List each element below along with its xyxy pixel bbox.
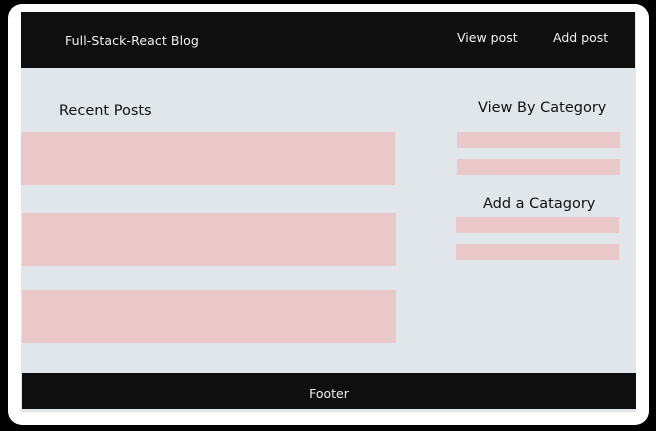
post-placeholder[interactable] (21, 132, 395, 185)
recent-posts-heading: Recent Posts (59, 103, 152, 119)
add-category-field-placeholder[interactable] (456, 244, 619, 260)
category-placeholder[interactable] (457, 159, 620, 175)
add-category-field-placeholder[interactable] (456, 217, 619, 233)
nav-add-post-link[interactable]: Add post (553, 30, 608, 45)
footer: Footer (22, 373, 636, 409)
site-brand[interactable]: Full-Stack-React Blog (65, 33, 199, 48)
post-placeholder[interactable] (22, 290, 396, 343)
page-background (21, 12, 636, 412)
category-placeholder[interactable] (457, 132, 620, 148)
footer-text: Footer (309, 386, 349, 401)
post-placeholder[interactable] (22, 213, 396, 266)
top-navbar: Full-Stack-React Blog View post Add post (21, 12, 635, 68)
view-by-category-heading: View By Category (478, 100, 607, 116)
nav-view-post-link[interactable]: View post (457, 30, 518, 45)
add-category-heading: Add a Catagory (483, 196, 596, 212)
